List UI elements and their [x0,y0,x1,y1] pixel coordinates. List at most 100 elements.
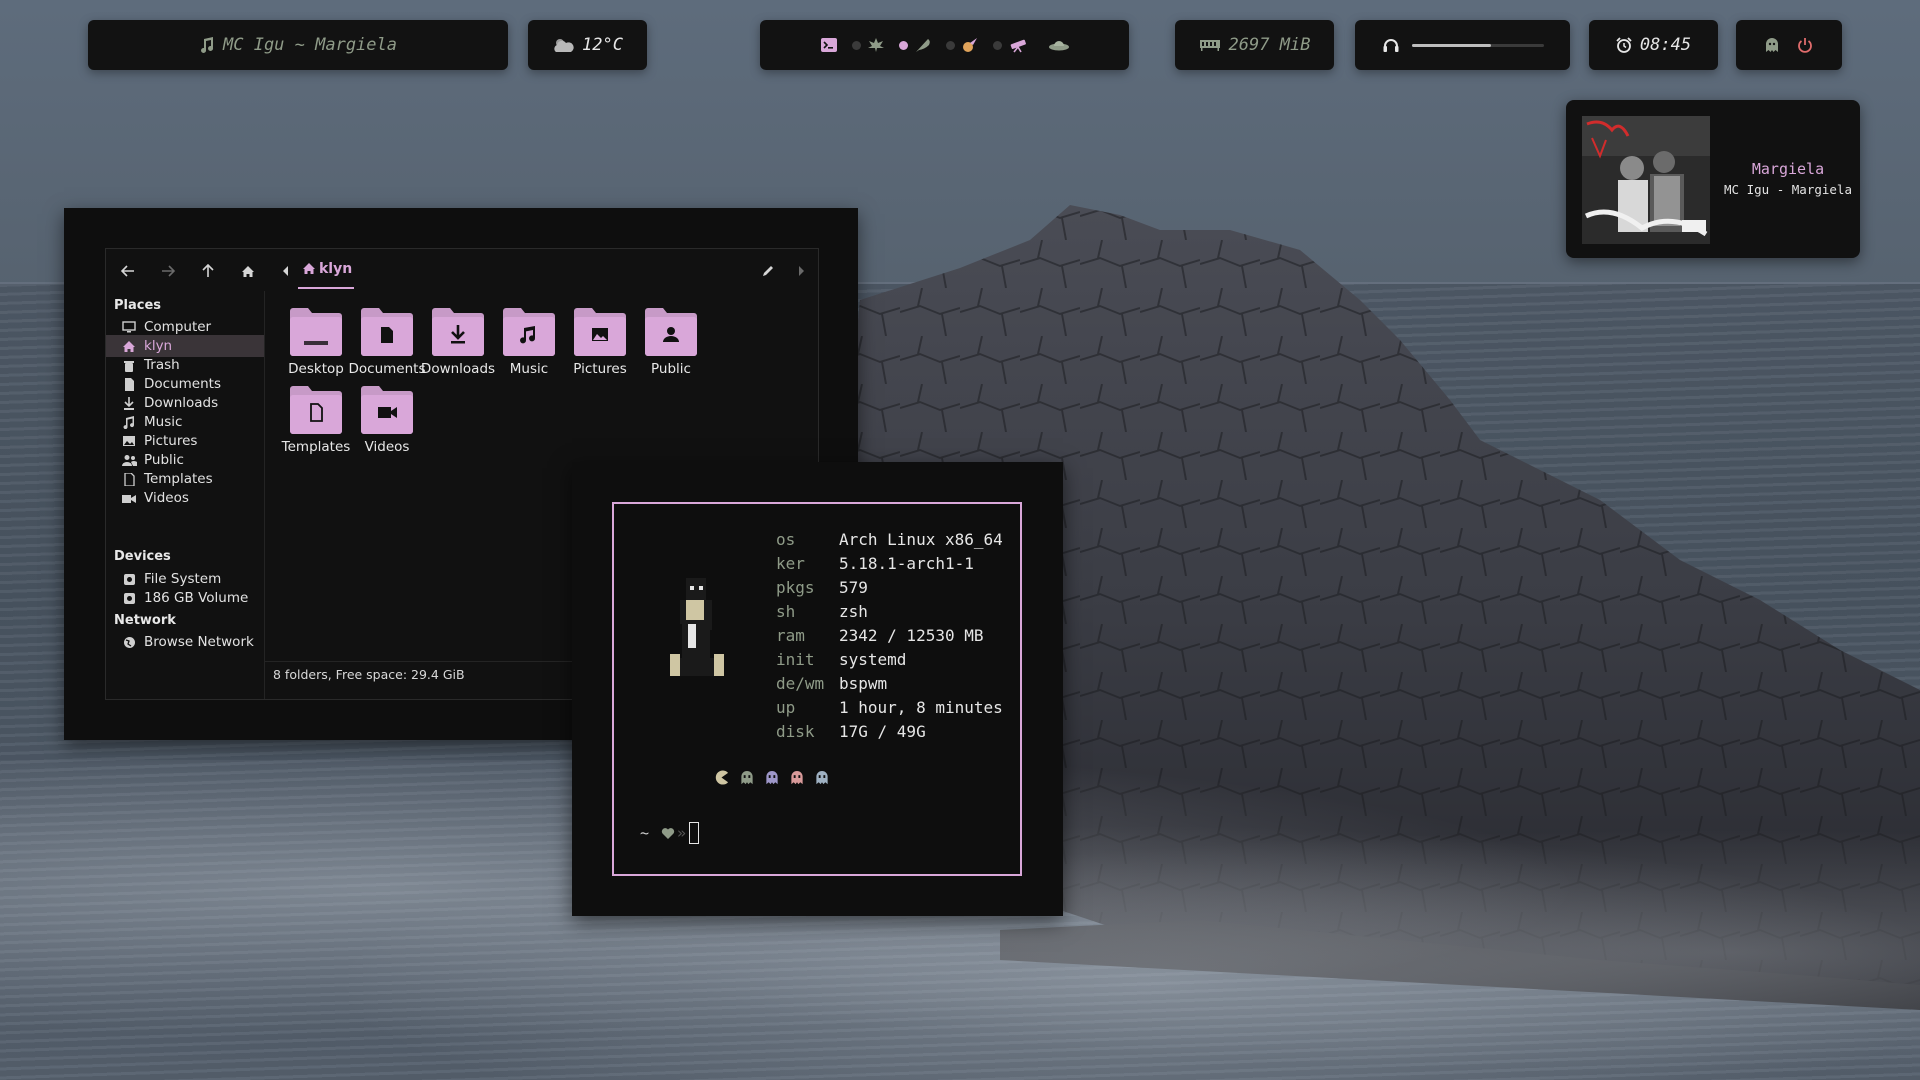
sidebar-item-label: 186 GB Volume [144,590,249,606]
workspace-dot-active[interactable] [898,40,908,50]
sidebar-item-browse-network[interactable]: Browse Network [106,631,264,653]
workspace-dot[interactable] [851,40,861,50]
fetch-value: 1 hour, 8 minutes [839,698,1003,717]
workspaces-widget[interactable] [760,20,1129,70]
sidebar-item-label: klyn [144,338,173,354]
folder-label: Public [651,361,691,377]
document-icon [121,377,137,391]
drive-icon [121,591,137,605]
fetch-key: pkgs [776,578,815,597]
pacman-row [714,770,829,785]
back-icon[interactable] [118,261,138,281]
devices-heading: Devices [114,549,171,564]
fetch-key: os [776,530,796,549]
fetch-key: init [776,650,815,669]
track-title: Margiela [1751,160,1825,178]
drive-icon [121,572,137,586]
sidebar-item-label: Pictures [144,433,198,449]
fetch-key: sh [776,602,796,621]
comet-icon[interactable] [961,37,979,53]
volume-widget[interactable] [1355,20,1570,70]
telescope-icon[interactable] [1008,37,1030,53]
feather-icon[interactable] [914,37,932,53]
forward-icon[interactable] [158,261,178,281]
sidebar-item-videos[interactable]: Videos [106,487,264,509]
weather-text: 12°C [582,35,623,55]
home-icon [121,339,137,353]
users-icon [121,453,137,467]
up-icon[interactable] [198,261,218,281]
sidebar-item-label: Downloads [144,395,219,411]
fetch-key: ram [776,626,805,645]
folder-icon [574,308,626,356]
fetch-value: 5.18.1-arch1-1 [839,554,974,573]
fetch-value: 2342 / 12530 MB [839,626,984,645]
places-heading: Places [114,298,162,313]
home-icon[interactable] [238,261,258,281]
sidebar-item-label: Public [144,452,184,468]
workspace-dot[interactable] [992,40,1002,50]
text-cursor [689,822,700,844]
terminal-window[interactable]: os Arch Linux x86_64 ker 5.18.1-arch1-1 pkgs… [572,462,1063,916]
breadcrumb-right-icon[interactable] [792,261,812,281]
fetch-value: zsh [839,602,868,621]
trash-icon [121,358,137,372]
alarm-clock-icon [1616,37,1632,53]
folder-videos[interactable]: Videos [344,379,430,469]
memory-widget[interactable]: 2697 MiB [1175,20,1334,70]
sidebar-item-label: Music [144,414,183,430]
prompt-arrow: » [677,824,687,842]
folder-icon [290,308,342,356]
fetch-value: 17G / 49G [839,722,926,741]
breadcrumb[interactable]: klyn [302,261,352,289]
now-playing-card[interactable]: Margiela MC Igu - Margiela [1566,100,1860,258]
fetch-key: disk [776,722,815,741]
sidebar-item-label: Documents [144,376,221,392]
power-widget[interactable] [1736,20,1842,70]
breadcrumb-label: klyn [319,261,353,277]
fetch-value: bspwm [839,674,888,693]
network-heading: Network [114,613,176,628]
music-widget[interactable]: MC Igu ~ Margiela [88,20,508,70]
power-icon[interactable] [1797,37,1813,53]
penguin-ascii-art [670,578,724,676]
weather-widget[interactable]: 12°C [528,20,647,70]
volume-slider[interactable] [1412,43,1544,47]
home-icon [303,263,315,274]
sidebar-item-label: Templates [144,471,213,487]
sidebar-item-label: Videos [144,490,189,506]
breadcrumb-left-icon[interactable] [276,261,296,281]
terminal-icon[interactable] [820,37,838,53]
sidebar: Places Computer klyn Trash Documents Downloa… [106,291,265,699]
ghost-icon[interactable] [1765,37,1779,53]
ghost-icon [741,770,753,785]
music-widget-text: MC Igu ~ Margiela [223,35,397,55]
globe-icon [121,635,137,649]
folder-icon [432,308,484,356]
leaf-icon[interactable] [867,37,885,53]
ghost-icon [791,770,803,785]
shell-prompt[interactable]: ~ » [640,822,700,844]
folder-icon [645,308,697,356]
track-artist: MC Igu - Margiela [1724,182,1852,197]
memory-text: 2697 MiB [1228,35,1311,55]
ufo-icon[interactable] [1048,37,1070,53]
folder-icon [290,386,342,434]
music-note-icon [199,37,215,53]
headphones-icon [1382,37,1400,53]
cloud-icon [552,37,574,53]
sidebar-item-label: File System [144,571,222,587]
folder-icon [361,386,413,434]
workspace-dot[interactable] [945,40,955,50]
sidebar-item-186-gb-volume[interactable]: 186 GB Volume [106,587,264,609]
clock-text: 08:45 [1639,35,1692,55]
music-icon [121,415,137,429]
folder-public[interactable]: Public [628,301,714,391]
terminal[interactable]: os Arch Linux x86_64 ker 5.18.1-arch1-1 pkgs… [612,502,1022,876]
folder-label: Videos [364,439,410,455]
fetch-value: 579 [839,578,868,597]
clock-widget[interactable]: 08:45 [1589,20,1718,70]
edit-location-icon[interactable] [758,261,778,281]
pacman-icon [715,770,729,785]
heart-icon [661,827,675,839]
